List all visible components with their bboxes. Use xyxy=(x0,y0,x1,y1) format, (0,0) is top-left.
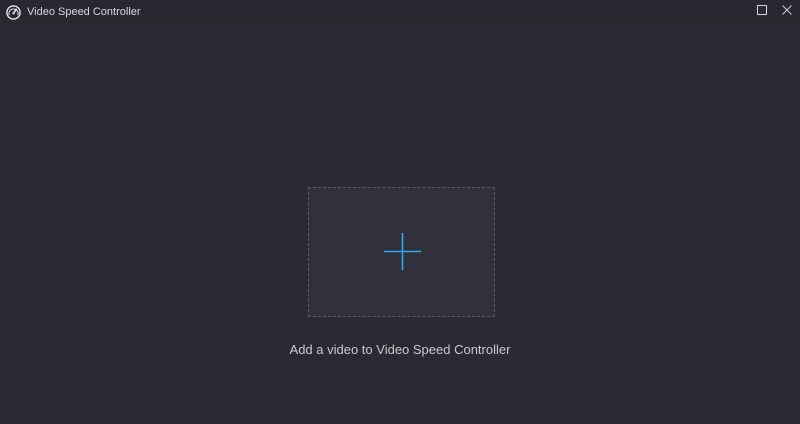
maximize-button[interactable] xyxy=(750,0,774,24)
close-button[interactable] xyxy=(775,0,799,24)
plus-icon xyxy=(383,232,422,271)
title-bar: Video Speed Controller xyxy=(0,0,800,24)
maximize-icon xyxy=(756,3,768,21)
window-title: Video Speed Controller xyxy=(27,6,141,18)
add-video-caption: Add a video to Video Speed Controller xyxy=(289,342,511,357)
app-window: Video Speed Controller Add a video to Vi… xyxy=(0,0,800,424)
speedometer-icon xyxy=(6,5,21,20)
close-icon xyxy=(781,3,793,21)
add-video-dropzone[interactable] xyxy=(308,187,495,317)
